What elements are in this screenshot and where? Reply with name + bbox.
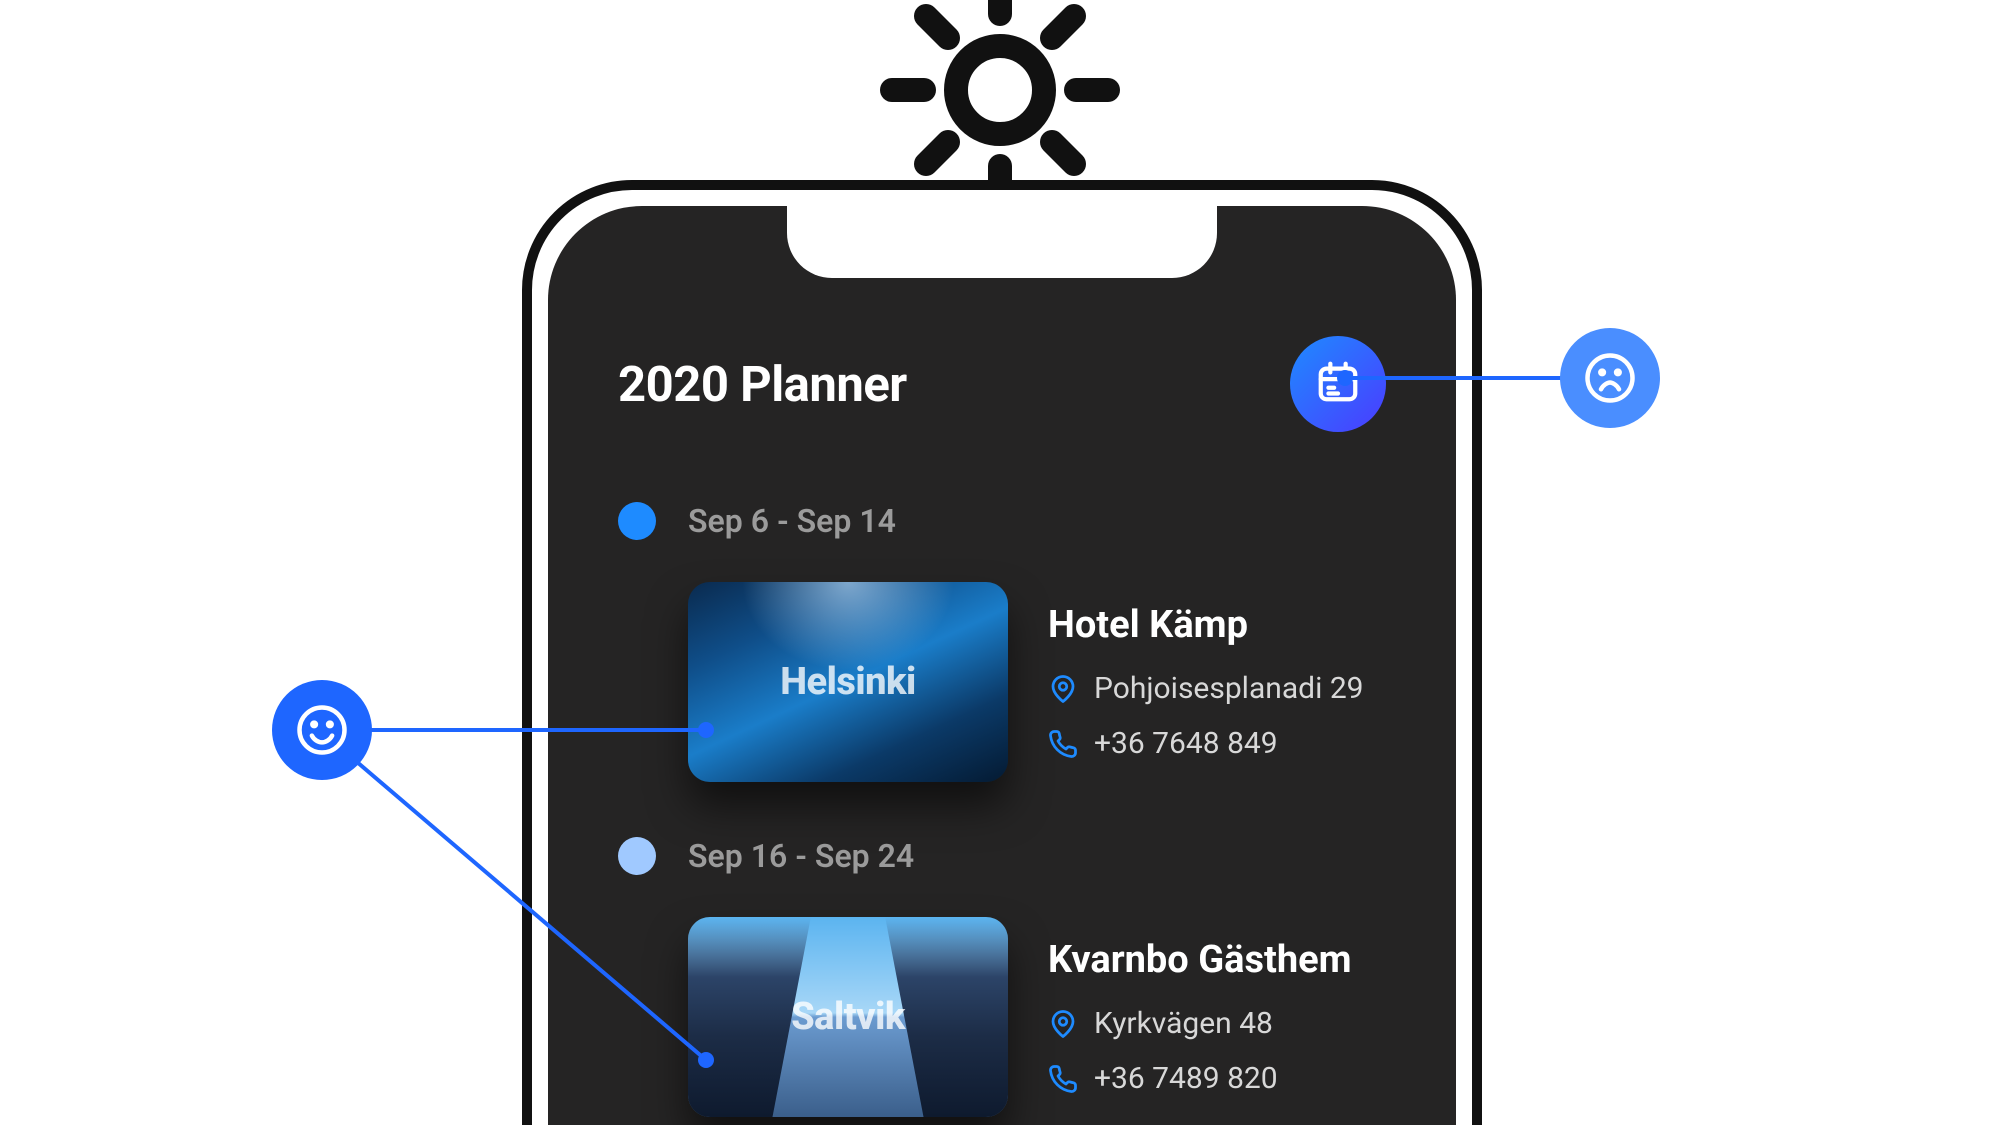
sad-face-icon bbox=[1560, 328, 1660, 428]
hotel-phone: +36 7489 820 bbox=[1094, 1061, 1278, 1096]
hotel-address-row: Kyrkvägen 48 bbox=[1048, 1006, 1352, 1041]
hotel-address: Pohjoisesplanadi 29 bbox=[1094, 671, 1364, 706]
header: 2020 Planner bbox=[618, 336, 1386, 432]
hotel-address-row: Pohjoisesplanadi 29 bbox=[1048, 671, 1364, 706]
phone-screen: 2020 Planner bbox=[548, 206, 1456, 1125]
hotel-name: Hotel Kämp bbox=[1048, 603, 1364, 647]
happy-face-icon bbox=[272, 680, 372, 780]
trip-info: Hotel Kämp Pohjoisesplanadi 29 bbox=[1048, 582, 1364, 782]
hotel-name: Kvarnbo Gästhem bbox=[1048, 938, 1352, 982]
trip-date-range: Sep 16 - Sep 24 bbox=[688, 837, 914, 875]
phone-frame: 2020 Planner bbox=[522, 180, 1482, 1125]
trip-item: Sep 16 - Sep 24 Saltvik Kvarnbo Gästhem bbox=[618, 837, 1386, 1117]
destination-city-label: Helsinki bbox=[780, 660, 916, 704]
trip-info: Kvarnbo Gästhem Kyrkvägen 48 bbox=[1048, 917, 1352, 1117]
location-pin-icon bbox=[1048, 1009, 1078, 1039]
destination-card[interactable]: Helsinki bbox=[688, 582, 1008, 782]
hotel-phone-row[interactable]: +36 7489 820 bbox=[1048, 1061, 1352, 1096]
page-title: 2020 Planner bbox=[618, 356, 907, 413]
destination-card[interactable]: Saltvik bbox=[688, 917, 1008, 1117]
hotel-address: Kyrkvägen 48 bbox=[1094, 1006, 1273, 1041]
calendar-button[interactable] bbox=[1290, 336, 1386, 432]
trip-date-range: Sep 6 - Sep 14 bbox=[688, 502, 896, 540]
phone-icon bbox=[1048, 1064, 1078, 1094]
hotel-phone-row[interactable]: +36 7648 849 bbox=[1048, 726, 1364, 761]
destination-city-label: Saltvik bbox=[791, 995, 905, 1039]
phone-icon bbox=[1048, 729, 1078, 759]
timeline-dot-icon bbox=[618, 837, 656, 875]
trip-item: Sep 6 - Sep 14 Helsinki Hotel Kämp bbox=[618, 502, 1386, 782]
timeline-dot-icon bbox=[618, 502, 656, 540]
calendar-icon bbox=[1315, 359, 1361, 409]
location-pin-icon bbox=[1048, 674, 1078, 704]
hotel-phone: +36 7648 849 bbox=[1094, 726, 1278, 761]
